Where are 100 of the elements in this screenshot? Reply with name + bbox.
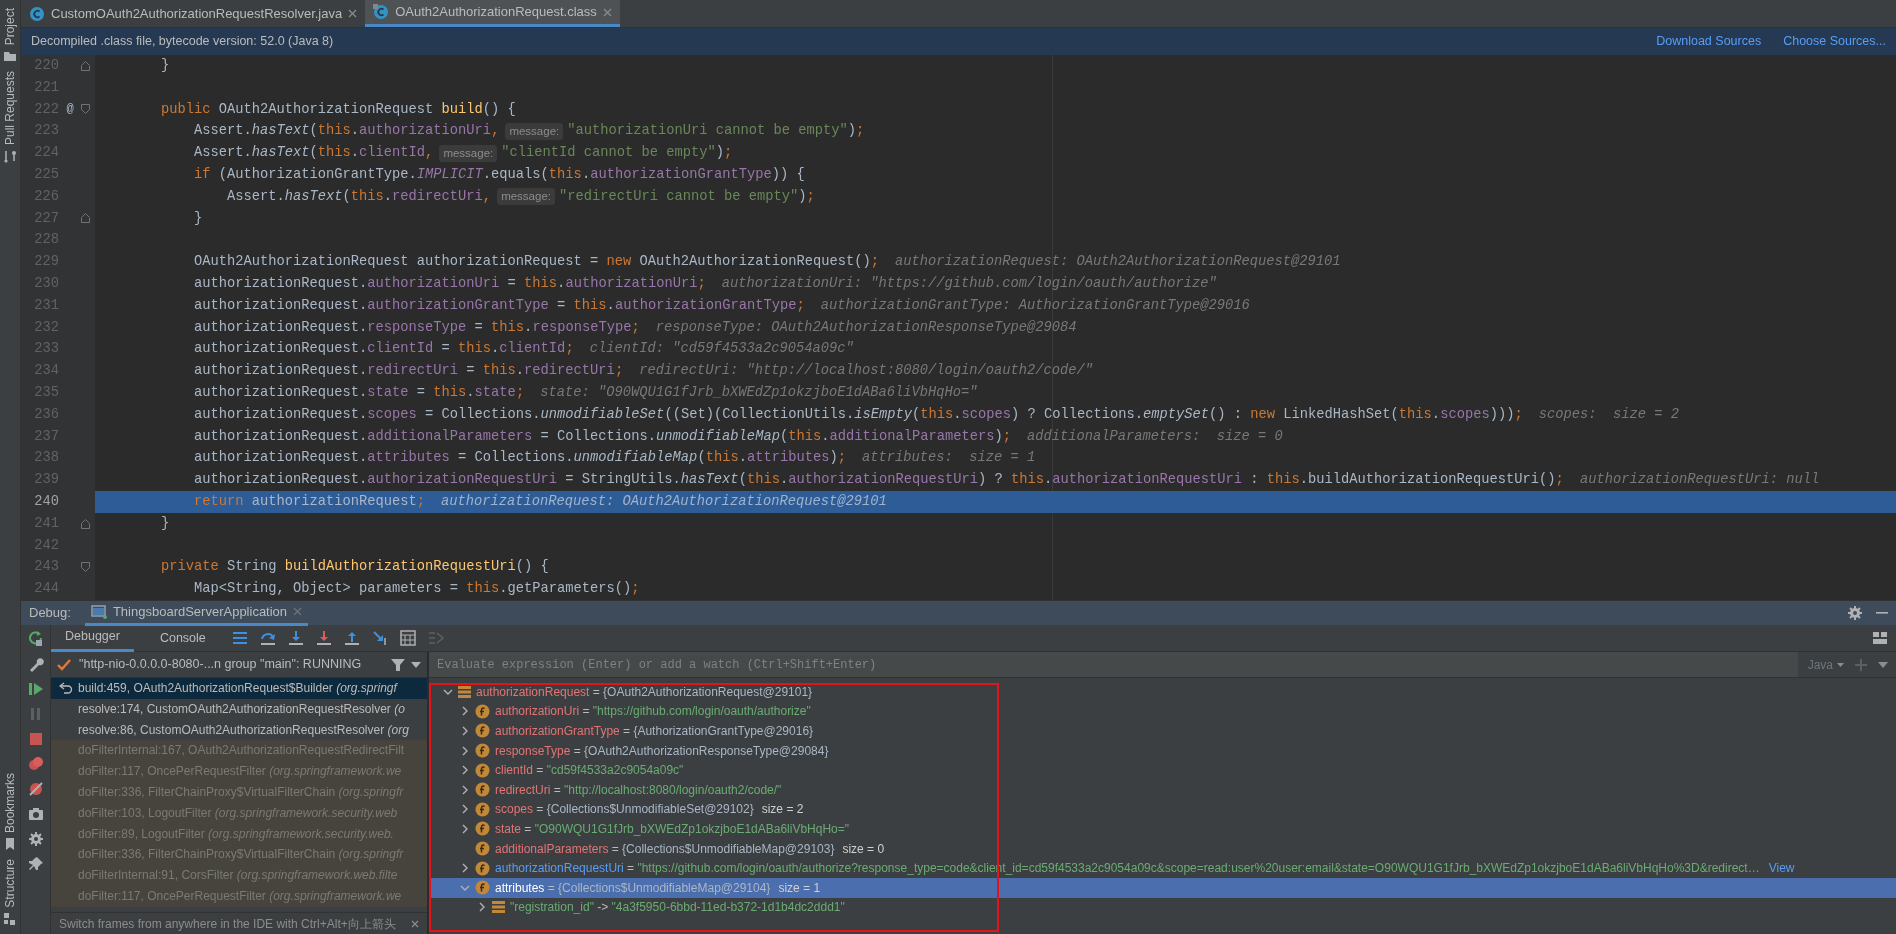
run-to-cursor-icon[interactable] [371, 630, 388, 646]
code-text: } [160, 514, 170, 533]
class-icon [29, 5, 45, 22]
step-into-icon[interactable] [287, 630, 304, 646]
editor-tab[interactable]: CustomOAuth2AuthorizationRequestResolver.java [21, 0, 366, 27]
inline-value: authorizationRequest: OAuth2AuthorizationRequest@29101 [441, 492, 887, 511]
code-text: authorizationRequest.authorizationGrantType = this.authorizationGrantType; [193, 296, 805, 315]
dropdown-caret-icon[interactable] [411, 661, 421, 668]
variable-row[interactable]: clientId = "cd59f4533a2c9054a09c" [429, 760, 1896, 780]
inline-value: scopes: size = 2 [1538, 405, 1679, 424]
tool-window-button[interactable]: Project [0, 4, 20, 68]
layout-icon[interactable] [1872, 631, 1888, 645]
code-text: authorizationRequest.scopes = Collections.unmodifiableSet((Set)(CollectionUtils.isEmpty(this.scopes) ? Collections.emptySet() : new LinkedHashSet(this.scopes))); [193, 405, 1523, 424]
dropdown-caret-icon[interactable] [1878, 661, 1888, 668]
field-icon [475, 703, 490, 719]
step-over-icon[interactable] [259, 630, 276, 646]
stack-frame[interactable]: resolve:174, CustomOAuth2AuthorizationRequestResolver (o [51, 698, 427, 720]
panel-tab[interactable]: Debugger [51, 624, 134, 652]
stop-icon[interactable] [27, 731, 44, 747]
stack-icon [492, 901, 505, 914]
thread-selector[interactable]: "http-nio-0.0.0.0-8080-...n group "main": RUNNING [57, 655, 385, 674]
variable-row[interactable]: authorizationRequest = {OAuth2AuthorizationRequest@29101} [429, 682, 1896, 702]
fold-icon[interactable] [81, 518, 90, 529]
variable-row[interactable]: scopes = {Collections$UnmodifiableSet@29102} size = 2 [429, 799, 1896, 820]
tool-window-button[interactable]: Bookmarks [0, 769, 20, 856]
field-icon [475, 743, 490, 759]
settings-icon[interactable] [27, 831, 44, 847]
panel-title: Debug: [29, 604, 71, 623]
bookmark-icon [3, 837, 17, 852]
code-text: authorizationRequest.redirectUri = this.redirectUri; [193, 362, 624, 381]
inline-value: redirectUri: "http://localhost:8080/login/oauth2/code/" [639, 362, 1093, 381]
banner-link[interactable]: Choose Sources... [1783, 32, 1886, 51]
close-icon[interactable] [602, 7, 612, 17]
field-icon [475, 801, 490, 817]
panel-tab[interactable]: Console [145, 624, 220, 652]
fold-icon[interactable] [81, 60, 90, 71]
code-text: return authorizationRequest; [193, 492, 426, 511]
code-text: } [193, 209, 203, 228]
field-icon [475, 762, 490, 778]
session-tab[interactable]: ThingsboardServerApplication [84, 600, 309, 626]
tool-window-button[interactable]: Pull Requests [0, 67, 20, 168]
camera-icon[interactable] [27, 806, 44, 822]
field-icon [475, 860, 490, 876]
editor-tab[interactable]: OAuth2AuthorizationRequest.class [365, 0, 620, 27]
code-text: authorizationRequest.responseType = this.responseType; [193, 318, 640, 337]
line-number: 240 [33, 492, 59, 511]
resume-icon[interactable] [27, 681, 44, 697]
field-icon [475, 841, 490, 857]
step-out-icon[interactable] [343, 630, 360, 646]
pin-icon[interactable] [27, 856, 44, 872]
stack-frame[interactable]: resolve:86, CustomOAuth2AuthorizationRequestResolver (org [51, 719, 427, 741]
breakpoints-icon[interactable] [27, 756, 44, 772]
code-text: authorizationRequest.additionalParameters = Collections.unmodifiableMap(this.additionalParameters); [193, 427, 1011, 446]
parameter-hint: message: [497, 188, 555, 206]
variable-row[interactable]: state = "O90WQU1G1fJrb_bXWEdZp1okzjboE1dABa6liVbHqHo=" [429, 819, 1896, 839]
force-step-into-icon[interactable] [315, 630, 332, 646]
close-icon[interactable] [411, 919, 419, 928]
variable-row[interactable]: attributes = {Collections$UnmodifiableMap@29104} size = 1 [429, 877, 1896, 898]
mute-breakpoints-icon[interactable] [27, 781, 44, 797]
tool-window-button[interactable]: Structure [0, 855, 20, 930]
code-text: "authorizationUri cannot be empty"); [567, 122, 865, 141]
code-text: OAuth2AuthorizationRequest authorizationRequest = new OAuth2AuthorizationRequest(); [193, 253, 879, 272]
watch-input-field[interactable]: Evaluate expression (Enter) or add a watch (Ctrl+Shift+Enter) [429, 652, 1798, 677]
field-icon [475, 821, 490, 837]
structure-icon [3, 912, 17, 926]
field-icon [475, 880, 490, 896]
fold-icon[interactable] [81, 213, 90, 224]
code-text: if (AuthorizationGrantType.IMPLICIT.equals(this.authorizationGrantType)) { [193, 166, 805, 184]
stack-icon [458, 685, 471, 698]
return-arrow-icon [59, 682, 74, 695]
settings-icon[interactable] [1848, 606, 1862, 620]
calculator-icon[interactable] [399, 630, 416, 646]
variable-row[interactable]: authorizationUri = "https://github.com/login/oauth/authorize" [429, 701, 1896, 722]
stack-frame[interactable]: build:459, OAuth2AuthorizationRequest$Builder (org.springf [51, 678, 427, 699]
code-text: Assert.hasText(this.clientId, [193, 144, 434, 163]
pull-request-icon [3, 149, 17, 164]
variable-row[interactable]: redirectUri = "http://localhost:8080/login/oauth2/code/" [429, 779, 1896, 800]
view-link[interactable]: View [1768, 859, 1795, 878]
variable-row[interactable]: responseType = {OAuth2AuthorizationResponseType@29084} [429, 740, 1896, 761]
override-marker[interactable]: @ [59, 98, 81, 121]
code-text: "clientId cannot be empty"); [501, 144, 733, 163]
filter-icon[interactable] [391, 657, 405, 672]
inline-value: attributes: size = 1 [861, 449, 1036, 468]
rerun-icon[interactable] [27, 631, 44, 647]
inline-value: authorizationUri: "https://github.com/login/oauth/authorize" [721, 274, 1217, 293]
code-text: } [160, 57, 170, 75]
code-text: authorizationRequest.authorizationUri = this.authorizationUri; [193, 274, 706, 293]
code-text: public OAuth2AuthorizationRequest build() { [160, 100, 516, 119]
fold-icon[interactable] [81, 104, 90, 115]
close-icon[interactable] [348, 9, 358, 18]
menu-icon[interactable] [231, 630, 248, 646]
fold-icon[interactable] [81, 562, 90, 573]
code-text: private String buildAuthorizationRequestUri() { [160, 558, 549, 577]
code-text: authorizationRequest.attributes = Collections.unmodifiableMap(this.attributes); [193, 449, 846, 468]
variable-row[interactable]: "registration_id" -> "4a3f5950-6bbd-11ed-b372-1d1b4dc2ddd1" [429, 897, 1896, 918]
banner-link[interactable]: Download Sources [1656, 32, 1762, 51]
variable-row[interactable]: additionalParameters = {Collections$UnmodifiableMap@29103} size = 0 [429, 838, 1896, 859]
parameter-hint: message: [505, 122, 564, 140]
inline-value: authorizationGrantType: AuthorizationGrantType@29016 [820, 296, 1250, 315]
variable-row[interactable]: authorizationGrantType = {AuthorizationGrantType@29016} [429, 721, 1896, 741]
